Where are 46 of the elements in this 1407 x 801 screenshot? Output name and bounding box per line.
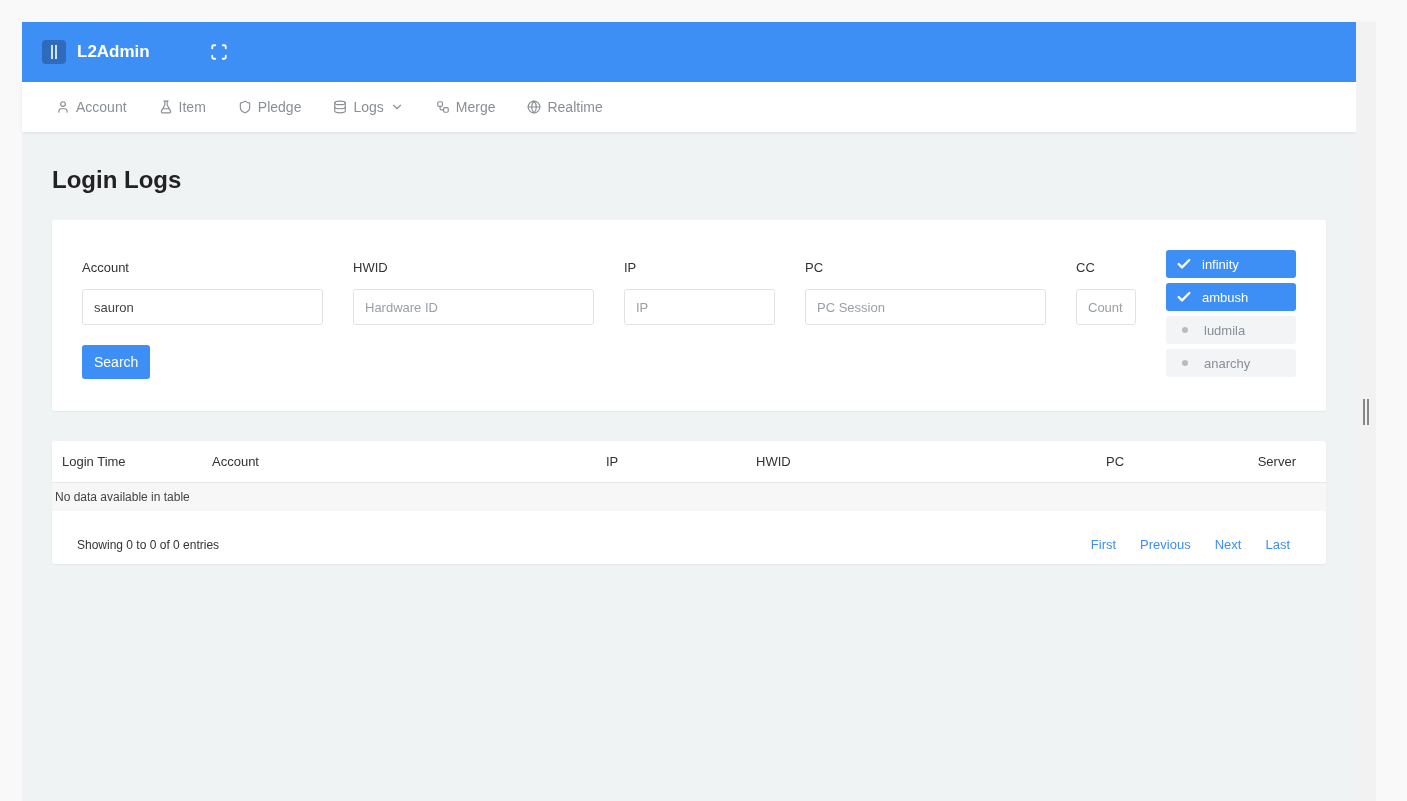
column-header: PC bbox=[1105, 453, 1126, 471]
input-field[interactable]: PC Session bbox=[805, 289, 1046, 325]
brand-name: L2Admin bbox=[77, 42, 150, 62]
server-toggle[interactable]: ludmila bbox=[1166, 316, 1296, 344]
nav-item[interactable]: Item bbox=[158, 99, 206, 115]
column-header: IP bbox=[605, 453, 620, 471]
pagination-link[interactable]: First bbox=[1090, 537, 1117, 552]
pagination-link[interactable]: Previous bbox=[1140, 537, 1191, 552]
input-field[interactable]: IP bbox=[624, 289, 775, 325]
nav-item[interactable]: Realtime bbox=[527, 99, 603, 115]
fullscreen-icon[interactable] bbox=[209, 43, 228, 61]
field-label: CC bbox=[1076, 260, 1096, 275]
page-title: Login Logs bbox=[52, 166, 183, 194]
input-field[interactable]: sauron bbox=[82, 289, 323, 325]
empty-message: No data available in table bbox=[52, 482, 1326, 511]
logo-icon bbox=[42, 40, 66, 64]
pagination-link[interactable]: Next bbox=[1214, 537, 1242, 552]
table-info: Showing 0 to 0 of 0 entries bbox=[77, 537, 220, 552]
database-icon bbox=[333, 100, 348, 114]
input-field[interactable]: Hardware ID bbox=[353, 289, 594, 325]
user-icon bbox=[56, 100, 70, 114]
field-label: PC bbox=[805, 260, 825, 275]
nav-item[interactable]: Merge bbox=[435, 99, 496, 115]
field-label: IP bbox=[624, 260, 638, 275]
column-header: HWID bbox=[755, 453, 792, 471]
server-toggle[interactable]: anarchy bbox=[1166, 349, 1296, 377]
field-label: Account bbox=[82, 260, 130, 275]
resize-handle-icon[interactable] bbox=[1363, 398, 1369, 425]
dot-icon bbox=[1182, 360, 1188, 366]
flask-icon bbox=[158, 100, 173, 114]
nodes-icon bbox=[435, 100, 450, 114]
shield-icon bbox=[237, 100, 252, 114]
column-header: Server bbox=[1256, 453, 1297, 471]
nav-item[interactable]: Account bbox=[56, 99, 127, 115]
column-header: Login Time bbox=[61, 453, 127, 471]
nav-item[interactable]: Pledge bbox=[237, 99, 302, 115]
field-label: HWID bbox=[353, 260, 389, 275]
server-toggle[interactable]: ambush bbox=[1166, 283, 1296, 311]
nav-item[interactable]: Logs bbox=[333, 99, 404, 115]
dot-icon bbox=[1182, 327, 1188, 333]
server-toggle[interactable]: infinity bbox=[1166, 250, 1296, 278]
search-button[interactable]: Search bbox=[82, 345, 151, 379]
column-header: Account bbox=[211, 453, 260, 471]
globe-icon bbox=[527, 100, 542, 114]
pagination-link[interactable]: Last bbox=[1265, 537, 1290, 552]
input-field[interactable]: Count bbox=[1076, 289, 1136, 325]
